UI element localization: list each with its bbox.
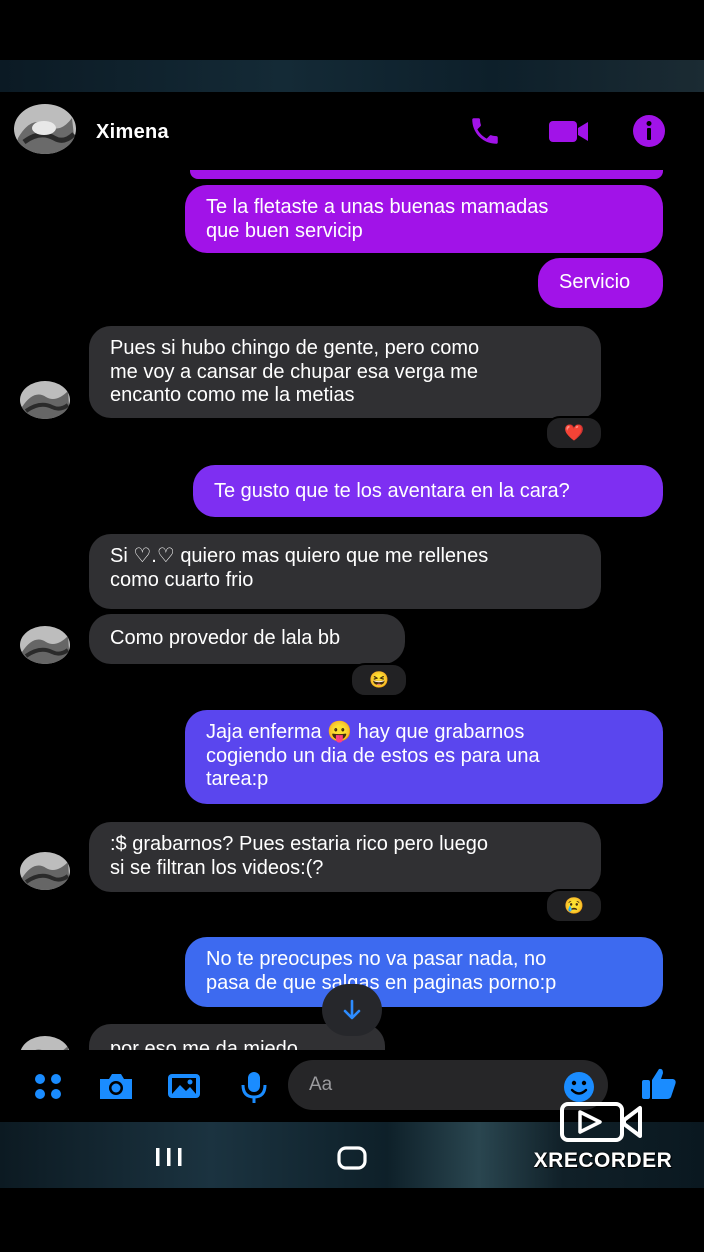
status-bar-background [0,60,704,92]
crying-reaction: 😢 [564,898,584,915]
phone-icon[interactable] [468,114,502,148]
avatar [20,381,70,419]
video-camera-icon[interactable] [548,114,590,148]
contact-name: Ximena [96,121,169,143]
message-bubble-incoming[interactable]: Si ♡.♡ quiero mas quiero que me rellenes… [89,534,601,609]
message-bubble-incoming[interactable]: Pues si hubo chingo de gente, pero como … [89,326,601,418]
message-bubble-incoming[interactable]: :$ grabarnos? Pues estaria rico pero lue… [89,822,601,892]
laughing-reaction: 😆 [369,672,389,689]
reaction-badge[interactable]: ❤️ [545,416,603,450]
apps-icon[interactable] [30,1070,66,1102]
avatar [20,626,70,664]
reaction-badge[interactable]: 😢 [545,889,603,923]
thumbs-up-icon[interactable] [640,1066,676,1099]
message-bubble-incoming[interactable]: Como provedor de lala bb [89,614,405,664]
arrow-down-icon [343,999,361,1020]
gallery-icon[interactable] [166,1070,202,1102]
bottom-blank [0,1188,704,1252]
scroll-to-bottom-button[interactable] [322,984,382,1036]
previous-message-edge [190,170,663,179]
home-icon[interactable] [336,1145,368,1176]
message-input-placeholder: Aa [309,1074,333,1095]
message-list[interactable]: Te la fletaste a unas buenas mamadas que… [0,170,704,1050]
message-bubble-outgoing[interactable]: Te gusto que te los aventara en la cara? [193,465,663,517]
watermark-text: XRECORDER [533,1149,673,1172]
recent-apps-icon[interactable] [154,1146,184,1173]
avatar [20,1036,70,1050]
message-bubble-outgoing[interactable]: Servicio [538,258,663,308]
avatar [20,852,70,890]
microphone-icon[interactable] [236,1070,272,1103]
message-bubble-outgoing[interactable]: Te la fletaste a unas buenas mamadas que… [185,185,663,253]
chat-header: Ximena [0,92,704,170]
reaction-badge[interactable]: 😆 [350,663,408,697]
camera-icon[interactable] [97,1070,133,1102]
heart-reaction: ❤️ [564,425,584,442]
message-bubble-outgoing[interactable]: No te preocupes no va pasar nada, no pas… [185,937,663,1007]
info-icon[interactable] [632,114,666,148]
avatar[interactable] [14,104,76,154]
message-bubble-outgoing[interactable]: Jaja enferma 😛 hay que grabarnos cogiend… [185,710,663,804]
